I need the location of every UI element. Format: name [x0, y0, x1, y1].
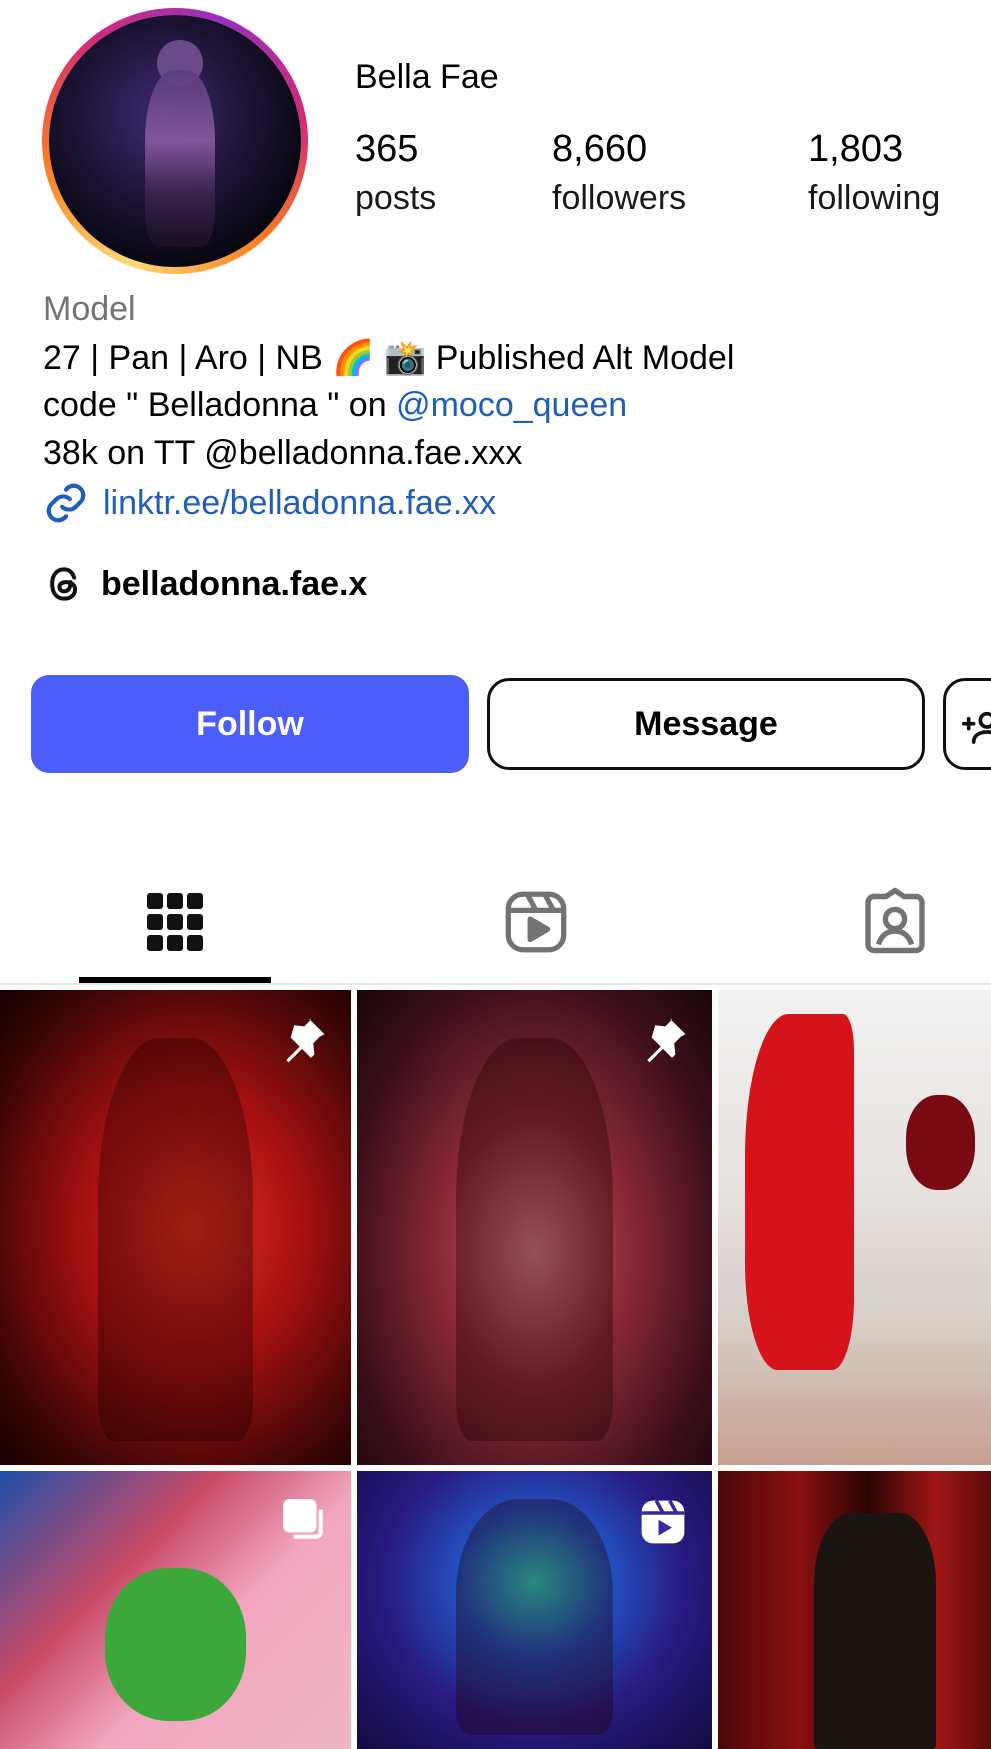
post-figure	[745, 1013, 855, 1370]
carousel-icon	[283, 1499, 323, 1539]
posts-count: 365	[355, 128, 419, 170]
pin-icon	[286, 1018, 325, 1063]
tab-tagged[interactable]	[799, 860, 991, 984]
profile-tabs	[0, 860, 991, 984]
profile-name: Bella Fae	[355, 58, 499, 96]
reel-icon	[641, 1499, 685, 1544]
profile-category: Model	[43, 290, 136, 328]
tab-posts[interactable]	[79, 860, 271, 984]
mention-link[interactable]: @moco_queen	[396, 386, 627, 424]
post-tile-1[interactable]	[0, 990, 351, 1465]
tagged-icon	[865, 887, 925, 954]
bio-line-3: 38k on TT @belladonna.fae.xxx	[43, 434, 523, 472]
followers-count: 8,660	[552, 128, 648, 170]
post-figure	[456, 1037, 613, 1442]
post-prop	[906, 1094, 975, 1190]
add-person-icon	[962, 711, 991, 744]
link-icon	[46, 483, 86, 523]
post-prop	[813, 1512, 937, 1749]
post-figure	[105, 1568, 246, 1722]
follow-button[interactable]: Follow	[31, 675, 469, 773]
suggested-users-button[interactable]	[943, 678, 991, 770]
post-figure	[456, 1498, 613, 1736]
post-tile-2[interactable]	[357, 990, 712, 1465]
tabs-divider	[0, 983, 991, 985]
posts-label: posts	[355, 179, 437, 217]
threads-badge[interactable]: belladonna.fae.x	[43, 562, 367, 606]
avatar[interactable]	[49, 15, 301, 267]
post-tile-4[interactable]	[0, 1471, 351, 1749]
post-tile-5[interactable]	[357, 1471, 712, 1749]
story-ring[interactable]	[42, 8, 308, 274]
message-button[interactable]: Message	[487, 678, 925, 770]
bio-line-2: code " Belladonna " on @moco_queen	[43, 386, 627, 425]
pin-icon	[647, 1018, 686, 1063]
followers-stat[interactable]: 8,660 followers	[552, 128, 686, 218]
external-link[interactable]: linktr.ee/belladonna.fae.xx	[43, 480, 496, 526]
posts-stat[interactable]: 365 posts	[355, 128, 436, 218]
post-figure	[98, 1037, 253, 1442]
tab-reels[interactable]	[440, 860, 632, 984]
avatar-figure	[144, 70, 216, 247]
reels-icon	[505, 891, 567, 953]
following-stat[interactable]: 1,803 following	[808, 128, 940, 218]
following-count: 1,803	[808, 128, 904, 170]
bio-line-2-text: code " Belladonna " on	[43, 386, 397, 424]
threads-handle: belladonna.fae.x	[101, 564, 368, 603]
threads-icon	[50, 567, 78, 601]
following-label: following	[808, 179, 941, 217]
grid-icon	[147, 893, 203, 951]
post-tile-6[interactable]	[718, 1471, 991, 1749]
link-text[interactable]: linktr.ee/belladonna.fae.xx	[103, 484, 496, 523]
followers-label: followers	[552, 179, 687, 217]
bio-line-1: 27 | Pan | Aro | NB 🌈 📸 Published Alt Mo…	[43, 339, 735, 377]
post-tile-3[interactable]	[718, 990, 991, 1465]
